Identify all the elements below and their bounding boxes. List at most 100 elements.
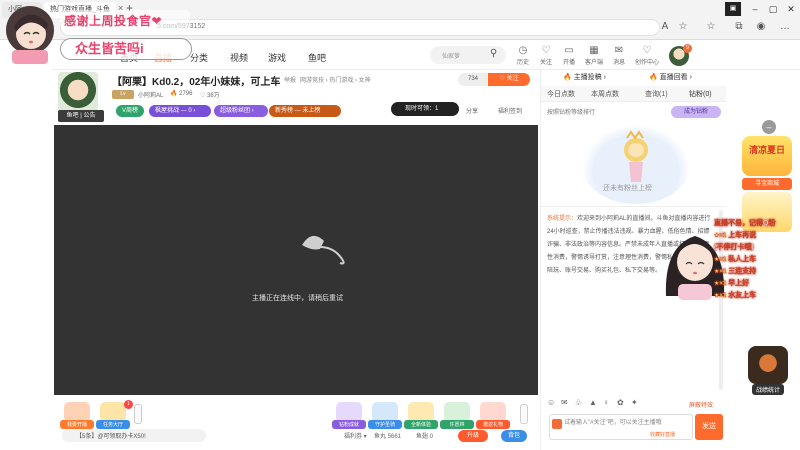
danmaku-line: (不停打卡哦) bbox=[714, 244, 754, 251]
empty-rank-text: 还未有粉丝上榜 bbox=[603, 185, 652, 192]
become-diamond-fan-button[interactable]: 成为钻粉 bbox=[671, 106, 721, 118]
mascot-overlay bbox=[6, 6, 54, 64]
gift-icon bbox=[480, 402, 506, 422]
nav-game[interactable]: 游戏 bbox=[268, 51, 286, 64]
gift-icon bbox=[444, 402, 470, 422]
danmaku-overlay: 直播不易，记得Q粉 ★×1 上车再说 (不停打卡哦) ★×1 私人上车 ★×1 … bbox=[714, 218, 800, 302]
user-icon[interactable]: ♀ bbox=[603, 398, 609, 407]
sparkle-icon[interactable]: ✦ bbox=[631, 398, 638, 407]
backpack-button[interactable]: 背包 bbox=[501, 430, 527, 442]
minimize-button[interactable]: – bbox=[745, 2, 765, 16]
favorites-bar-icon[interactable]: ☆ bbox=[704, 21, 718, 32]
gift-item[interactable]: 邀返礼物 bbox=[476, 402, 510, 429]
emoji-icon[interactable]: ☺ bbox=[547, 398, 555, 407]
fishfin-balance: 鱼翅 0 bbox=[416, 434, 434, 440]
nav-fishbar[interactable]: 鱼吧 bbox=[308, 51, 326, 64]
search-box[interactable]: 仙家萝 ⚲ bbox=[430, 46, 506, 64]
welfare-coupon-dropdown[interactable]: 福利券 ▾ bbox=[344, 431, 367, 440]
video-player[interactable]: 主播正在连线中，请稍后重试 bbox=[54, 125, 538, 395]
go-live-button[interactable]: ▭ 开播 bbox=[559, 45, 579, 66]
nav-video[interactable]: 视频 bbox=[230, 51, 248, 64]
maximize-button[interactable]: ▢ bbox=[763, 2, 783, 16]
gift-icon bbox=[408, 402, 434, 422]
battle-stats-icon[interactable] bbox=[748, 346, 788, 384]
tab-today[interactable]: 今日点数 bbox=[547, 89, 575, 99]
messages-button[interactable]: ✉ 消息 bbox=[609, 45, 629, 66]
rookie-rank-badge[interactable]: 新秀榜 — 未上榜 bbox=[269, 105, 341, 117]
favorite-stream-link[interactable]: 收藏好直播 bbox=[650, 431, 675, 438]
summer-promo-banner[interactable]: 清凉夏日 bbox=[742, 136, 792, 176]
scroll-left-arrow[interactable] bbox=[134, 404, 142, 424]
danmaku-line: ★×1 早上好 bbox=[714, 280, 750, 287]
tab-query[interactable]: 查询(1) bbox=[645, 89, 668, 99]
translate-icon[interactable]: A bbox=[658, 21, 672, 32]
flower-icon[interactable]: ✿ bbox=[617, 398, 624, 407]
collections-icon[interactable]: ⧉ bbox=[732, 21, 746, 32]
follow-button[interactable]: ♡ 关注 bbox=[488, 73, 530, 86]
gift-item[interactable]: 全新体验 bbox=[404, 402, 438, 429]
video-status-message: 主播正在连线中，请稍后重试 bbox=[252, 295, 343, 302]
chat-toolbar: ☺ ✉ ♧ ▲ ♀ ✿ ✦ 屏蔽特效 bbox=[541, 396, 726, 410]
rank-tabs: 今日点数 本周点数 查询(1) 钻粉(0) bbox=[541, 86, 726, 102]
room-title: 【阿栗】Kd0.2，02年小妹妹，可上车 bbox=[112, 77, 281, 88]
report-link[interactable]: 举报 bbox=[284, 75, 296, 84]
search-input[interactable]: 仙家萝 bbox=[442, 51, 460, 60]
loading-fish-icon bbox=[302, 235, 345, 265]
welfare-checkin-button[interactable]: 福利签到 bbox=[498, 106, 522, 115]
rank-description: 按照钻粉等级排行 bbox=[547, 110, 596, 116]
level-badge: Lv bbox=[112, 90, 134, 99]
block-effects-toggle[interactable]: 屏蔽特效 bbox=[689, 400, 713, 409]
gift-item[interactable]: 钻粉成就 bbox=[332, 402, 366, 429]
claim-timer[interactable]: 现时可领：1 bbox=[391, 102, 459, 116]
extension-button[interactable]: ▣ bbox=[725, 2, 741, 16]
history-icon: ◷ bbox=[518, 45, 528, 56]
gift-icon bbox=[372, 402, 398, 422]
chat-input[interactable]: 试着输入"#关注"吧，可以关注主播哦 收藏好直播 bbox=[549, 414, 693, 440]
danmaku-line: ★×1 私人上车 bbox=[714, 256, 757, 263]
chat-input-placeholder[interactable]: 试着输入"#关注"吧，可以关注主播哦 bbox=[564, 419, 684, 428]
fishball-balance: 鱼丸 5661 bbox=[374, 434, 402, 440]
share-button[interactable]: 分享 bbox=[466, 106, 478, 115]
go-live-icon bbox=[64, 402, 90, 422]
replay-link[interactable]: 🔥 直播回看 › bbox=[649, 72, 692, 82]
message-icon[interactable]: ✉ bbox=[561, 398, 568, 407]
favorite-icon[interactable]: ☆ bbox=[676, 21, 690, 32]
battle-stats-label[interactable]: 战绩统计 bbox=[752, 384, 785, 395]
go-live-entry[interactable]: 我要开播 bbox=[60, 402, 94, 429]
streamer-name[interactable]: 小阿莉AL bbox=[138, 90, 163, 99]
weekly-rank-badge[interactable]: V周榜 bbox=[116, 105, 144, 117]
client-icon: ▦ bbox=[589, 45, 599, 56]
tab-week[interactable]: 本周点数 bbox=[591, 89, 619, 99]
collapse-icon[interactable]: – bbox=[762, 120, 776, 134]
history-button[interactable]: ◷ 历史 bbox=[513, 45, 533, 66]
input-badge-icon bbox=[552, 419, 562, 429]
challenge-badge[interactable]: 枫屋挑战 — 0 › bbox=[149, 105, 211, 117]
tab-diamond-fans[interactable]: 钻粉(0) bbox=[689, 89, 712, 99]
client-button[interactable]: ▦ 客户端 bbox=[584, 45, 604, 66]
overlay-thanks-text: 感谢上周投食官❤ bbox=[64, 14, 163, 28]
more-icon[interactable]: … bbox=[778, 21, 792, 32]
scroll-right-arrow[interactable] bbox=[520, 404, 528, 424]
send-button[interactable]: 发送 bbox=[695, 414, 723, 440]
streamer-avatar[interactable] bbox=[58, 72, 98, 112]
search-icon[interactable]: ⚲ bbox=[490, 48, 497, 59]
follow-list-button[interactable]: ♡ 关注 bbox=[536, 45, 556, 66]
crown-icon[interactable]: ▲ bbox=[589, 398, 597, 407]
treasure-mall-button[interactable]: 寻宝商城 bbox=[742, 178, 792, 190]
danmaku-line: 直播不易，记得Q粉 bbox=[714, 220, 776, 227]
fan-club-badge[interactable]: 超级粉丝团 › bbox=[214, 105, 268, 117]
nav-category[interactable]: 分类 bbox=[190, 51, 208, 64]
profile-icon[interactable]: ◉ bbox=[754, 21, 768, 32]
notification-badge: 9 bbox=[683, 44, 692, 53]
upgrade-button[interactable]: 升级 bbox=[458, 430, 488, 442]
fan-icon[interactable]: ♧ bbox=[575, 398, 582, 407]
gift-item[interactable]: 守护圣骑 bbox=[368, 402, 402, 429]
streamer-posts-link[interactable]: 🔥 主播投稿 › bbox=[563, 72, 606, 82]
creator-center-button[interactable]: ♡ 创作中心 bbox=[634, 45, 660, 66]
hint-bar[interactable]: 【5条】@可领取办卡X50! bbox=[62, 429, 206, 442]
close-window-button[interactable]: ✕ bbox=[781, 2, 800, 16]
breadcrumb[interactable]: 网游竞技 › 热门游戏 › 女神 bbox=[300, 75, 371, 84]
creator-icon: ♡ bbox=[642, 45, 652, 56]
gift-item[interactable]: 许愿林 bbox=[440, 402, 474, 429]
fishbar-announcement-link[interactable]: 鱼吧 | 公告 bbox=[58, 110, 104, 122]
